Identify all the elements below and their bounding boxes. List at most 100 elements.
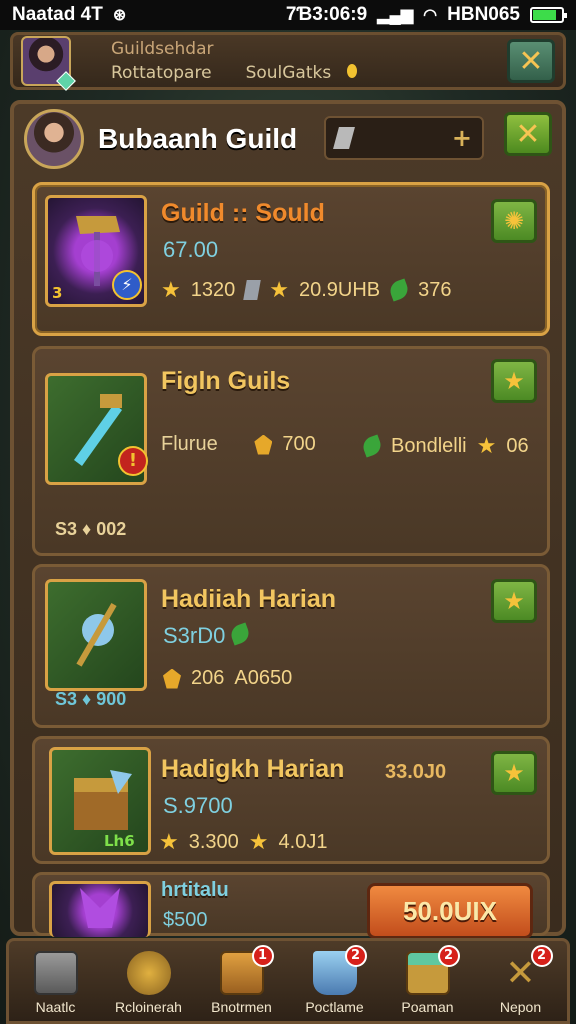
card-stats: Flurue 700 [161, 433, 316, 456]
gem-icon [56, 71, 76, 91]
shop-card[interactable]: S3 ♦ 900 Hadiiah Harian S3rD0 206 A0650 … [32, 564, 550, 728]
card-title: Figln Guils [161, 367, 291, 395]
signal-icon: ▂▄▆ [377, 7, 414, 24]
card-stats: ★ 3.300 ★ 4.0J1 [159, 829, 327, 855]
favorite-button[interactable]: ★ [491, 751, 537, 795]
buy-button[interactable]: 50.0UIX [367, 883, 533, 939]
card-price: $500 [163, 909, 208, 931]
item-icon [333, 127, 355, 149]
nav-label: Rcloinerah [115, 999, 182, 1015]
card-title: Guild :: Sould [161, 199, 325, 227]
anvil-icon [33, 951, 78, 995]
nav-label: Nepon [499, 999, 542, 1015]
leaf-icon [360, 434, 384, 458]
stat-value: 700 [282, 433, 316, 455]
leaf-icon [228, 622, 253, 646]
item-image: ⚡ 3 [45, 195, 147, 307]
plus-icon[interactable]: + [452, 124, 472, 152]
nav-item-poctlame[interactable]: 2 Poctlame [289, 945, 381, 1015]
star-icon: ★ [476, 433, 497, 458]
item-level: 3 [52, 284, 63, 302]
notification-icon: ⊛ [112, 7, 127, 24]
star-icon: ★ [159, 829, 179, 854]
nav-item-poaman[interactable]: 2 Poaman [382, 945, 474, 1015]
alert-icon: ! [118, 446, 148, 476]
gold-icon [254, 434, 273, 455]
star-icon: ★ [269, 277, 289, 302]
nav-item-naatlc[interactable]: Naatlc [10, 951, 102, 1015]
stat-value: 06 [506, 434, 529, 457]
settings-button[interactable]: ✺ [491, 199, 537, 243]
nav-label: Naatlc [35, 999, 76, 1015]
star-icon: ★ [503, 587, 525, 615]
star-icon: ★ [248, 829, 269, 854]
close-icon: ✕ [518, 43, 544, 79]
stat-value: 4.0J1 [278, 830, 328, 853]
bottom-nav: Naatlc Rcloinerah 1 Bnotrmen 2 Poctlame … [6, 938, 570, 1024]
nav-label: Poaman [401, 999, 454, 1015]
status-bar: Naatad 4T ⊛ 7Ɓ3:06:9 ▂▄▆ ◠ HBN065 [0, 0, 576, 30]
stat-value: 3.300 [188, 830, 239, 853]
panel-close-button[interactable]: ✕ [504, 112, 552, 156]
leaf-icon [387, 278, 411, 302]
status-time: 7Ɓ3:06:9 [285, 4, 368, 25]
card-title-right: 33.0J0 [385, 761, 447, 783]
notification-badge: 2 [344, 945, 367, 967]
favorite-button[interactable]: ★ [491, 579, 537, 623]
stat-label: Flurue [161, 433, 218, 455]
item-image [49, 881, 151, 937]
item-image: Lh6 [49, 747, 151, 855]
stat-value: 20.9UHB [298, 278, 381, 301]
card-stats: ★ 1320 ★ 20.9UHB 376 [161, 277, 452, 303]
avatar[interactable] [21, 36, 76, 91]
search-input[interactable]: + [324, 116, 484, 160]
shop-card[interactable]: hrtitalu $500 50.0UIX [32, 872, 550, 939]
nav-item-rcloinerah[interactable]: Rcloinerah [103, 951, 195, 1015]
stat-value: 1320 [190, 278, 236, 301]
card-price: S.9700 [163, 793, 233, 818]
notification-badge: 1 [251, 945, 274, 967]
shop-card[interactable]: ! S3 ♦ 002 Figln Guils Flurue 700 Bondle… [32, 346, 550, 556]
card-title: Hadiiah Harian [161, 585, 337, 613]
favorite-button[interactable]: ★ [491, 359, 537, 403]
stat-value: A0650 [234, 667, 293, 689]
item-image [45, 579, 147, 691]
coin-icon [347, 64, 358, 78]
status-left-text: Naatad 4T [12, 4, 103, 25]
card-price: 67.00 [163, 237, 219, 262]
item-bottom-label: S3 ♦ 900 [55, 689, 127, 709]
helmet-icon [126, 951, 171, 995]
star-icon: ★ [161, 277, 181, 302]
crystal-icon [243, 280, 261, 300]
stat-value: 376 [418, 278, 452, 301]
wand-icon [76, 603, 117, 667]
guild-avatar[interactable] [24, 109, 84, 169]
item-bottom-label: S3 ♦ 002 [55, 519, 127, 539]
price-value: S3rD0 [163, 623, 226, 648]
gold-icon [163, 668, 181, 689]
card-title: Hadigkh Harian [161, 755, 345, 783]
lightning-icon: ⚡ [112, 270, 142, 300]
profile-line-2-left: Rottatopare [111, 63, 212, 83]
nav-item-bnotrmen[interactable]: 1 Bnotrmen [196, 945, 288, 1015]
nav-item-nepon[interactable]: ✕ 2 Nepon [475, 945, 567, 1015]
panel-header: Bubaanh Guild + ✕ [14, 104, 562, 174]
shop-card[interactable]: ⚡ 3 Guild :: Sould 67.00 ★ 1320 ★ 20.9UH… [32, 182, 550, 336]
profile-line-1: Guildsehdar [111, 39, 214, 59]
notification-badge: 2 [530, 945, 553, 967]
card-title: hrtitalu [161, 879, 229, 901]
card-price: S3rD0 [163, 622, 253, 649]
wifi-icon: ◠ [423, 7, 438, 24]
shop-card[interactable]: Lh6 Hadigkh Harian 33.0J0 S.9700 ★ 3.300… [32, 736, 550, 864]
guild-panel: Bubaanh Guild + ✕ ⚡ 3 Guild :: Sould 67.… [10, 100, 566, 939]
profile-bar: Guildsehdar Rottatopare SoulGatks ✕ [10, 32, 566, 91]
nav-label: Poctlame [305, 999, 364, 1015]
gear-icon: ✺ [503, 207, 525, 235]
card-stats-secondary: Bondlelli ★ 06 [360, 433, 529, 459]
item-level: Lh6 [104, 832, 135, 850]
close-icon: ✕ [515, 116, 541, 152]
profile-line-2-right: SoulGatks [245, 63, 332, 83]
notification-badge: 2 [437, 945, 460, 967]
close-button[interactable]: ✕ [507, 39, 555, 83]
battery-icon [530, 7, 567, 23]
